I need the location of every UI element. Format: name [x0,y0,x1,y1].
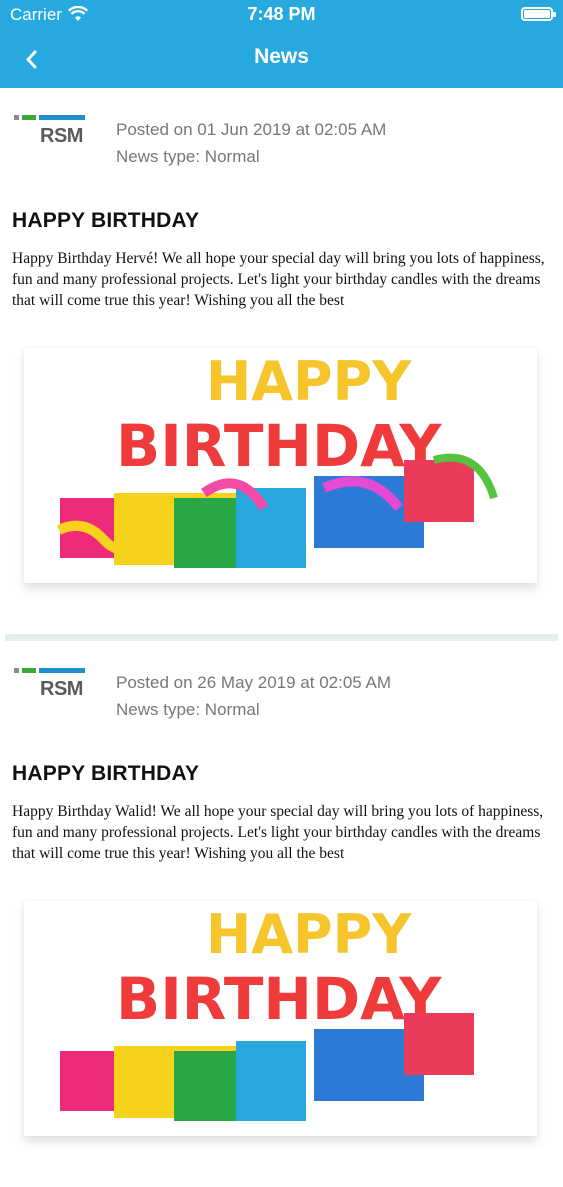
svg-text:HAPPY: HAPPY [206,350,412,413]
page-title: News [254,45,309,68]
status-bar: Carrier 7:48 PM [0,0,563,30]
svg-text:BIRTHDAY: BIRTHDAY [116,412,442,480]
clock: 7:48 PM [247,4,316,24]
news-headline: HAPPY BIRTHDAY [12,762,200,785]
logo-text: RSM [40,125,83,147]
svg-text:HAPPY: HAPPY [206,903,412,966]
news-body: Happy Birthday Walid! We all hope your s… [12,803,544,862]
rsm-logo: RSM [14,668,86,702]
birthday-image[interactable]: HAPPY BIRTHDAY [24,901,537,1136]
posted-date: Posted on 26 May 2019 at 02:05 AM [116,673,392,692]
news-card[interactable]: RSM Posted on 01 Jun 2019 at 02:05 AM Ne… [0,88,563,634]
news-card[interactable]: RSM Posted on 26 May 2019 at 02:05 AM Ne… [0,641,563,1187]
posted-date: Posted on 01 Jun 2019 at 02:05 AM [116,120,387,139]
news-body: Happy Birthday Hervé! We all hope your s… [12,250,545,309]
rsm-logo: RSM [14,115,86,149]
card-separator [5,634,558,641]
birthday-image[interactable]: HAPPY BIRTHDAY [24,348,537,583]
news-type: News type: Normal [116,147,260,166]
svg-text:BIRTHDAY: BIRTHDAY [116,965,442,1033]
navigation-bar: News [0,30,563,88]
news-feed[interactable]: RSM Posted on 01 Jun 2019 at 02:05 AM Ne… [0,88,563,1187]
news-type: News type: Normal [116,700,260,719]
news-headline: HAPPY BIRTHDAY [12,209,200,232]
logo-text: RSM [40,678,83,700]
battery-icon [521,7,556,21]
